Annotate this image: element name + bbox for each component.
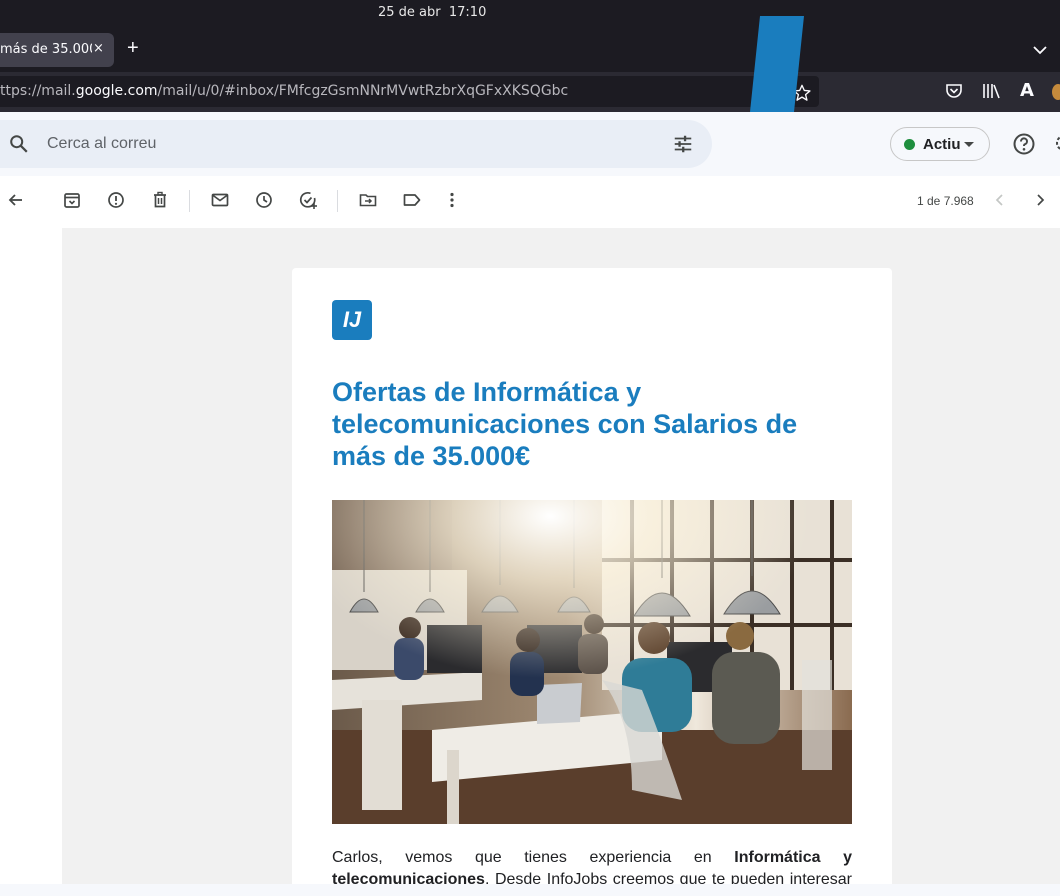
extension-icon[interactable]: [1052, 84, 1060, 100]
caret-down-icon: [964, 142, 974, 147]
infojobs-logo[interactable]: IJ: [332, 300, 372, 340]
browser-tab-active[interactable]: más de 35.000€ ×: [0, 33, 114, 67]
url-path: /mail/u/0/#inbox/FMfcgzGsmNNrMVwtRzbrXqG…: [157, 83, 569, 99]
new-tab-icon[interactable]: +: [127, 38, 139, 58]
label-icon[interactable]: [402, 190, 422, 210]
brand-stripe-graphic: [750, 16, 804, 112]
url-prefix: ttps://mail.: [0, 83, 76, 99]
more-options-icon[interactable]: [442, 190, 462, 210]
office-photo[interactable]: [332, 500, 852, 824]
add-task-icon[interactable]: [298, 190, 318, 210]
email-title: Ofertas de Informática y telecomunicacio…: [332, 377, 798, 471]
pager-count: 1 de 7.968: [917, 194, 974, 208]
os-clock[interactable]: 25 de abr 17:10: [378, 5, 486, 20]
browser-tab-strip: más de 35.000€ × +: [0, 28, 1060, 72]
move-to-icon[interactable]: [358, 190, 378, 210]
message-view: IJ Ofertas de Informática y telecomunica…: [62, 228, 1060, 896]
delete-icon[interactable]: [150, 190, 170, 210]
message-toolbar: 1 de 7.968: [0, 176, 1060, 228]
browser-nav-row: ttps://mail.google.com/mail/u/0/#inbox/F…: [0, 72, 1060, 112]
help-icon[interactable]: [1012, 132, 1036, 156]
bottom-strip: [0, 884, 1060, 896]
url-bar[interactable]: ttps://mail.google.com/mail/u/0/#inbox/F…: [0, 76, 819, 107]
report-spam-icon[interactable]: [106, 190, 126, 210]
search-box[interactable]: Cerca al correu: [0, 120, 712, 168]
search-icon[interactable]: [8, 133, 30, 155]
mark-unread-icon[interactable]: [210, 190, 230, 210]
tab-title: más de 35.000€: [0, 42, 92, 57]
tab-list-chevron-icon[interactable]: [1030, 40, 1050, 60]
settings-gear-icon[interactable]: [1053, 132, 1060, 154]
toolbar-divider: [189, 190, 190, 212]
library-icon[interactable]: [982, 83, 1000, 99]
os-top-bar: 25 de abr 17:10: [0, 0, 1060, 28]
url-text[interactable]: ttps://mail.google.com/mail/u/0/#inbox/F…: [0, 83, 568, 99]
email-card: IJ Ofertas de Informática y telecomunica…: [292, 268, 892, 896]
status-dot: [904, 139, 915, 150]
status-dropdown-button[interactable]: Actiu: [890, 127, 990, 161]
newer-chevron-icon[interactable]: [990, 190, 1010, 210]
older-chevron-icon[interactable]: [1030, 190, 1050, 210]
toolbar-divider: [337, 190, 338, 212]
pocket-icon[interactable]: [945, 82, 963, 100]
back-arrow-icon[interactable]: [6, 190, 26, 210]
status-label: Actiu: [923, 136, 961, 153]
gmail-header: Cerca al correu Actiu: [0, 112, 1060, 176]
email-body-part1: Carlos, vemos que tienes experiencia en: [332, 849, 735, 866]
search-options-icon[interactable]: [672, 133, 694, 155]
tab-close-icon[interactable]: ×: [93, 41, 104, 56]
search-input[interactable]: Cerca al correu: [47, 135, 156, 153]
reader-view-icon[interactable]: A: [1017, 80, 1037, 102]
snooze-icon[interactable]: [254, 190, 274, 210]
archive-icon[interactable]: [62, 190, 82, 210]
url-domain: google.com: [75, 83, 158, 99]
